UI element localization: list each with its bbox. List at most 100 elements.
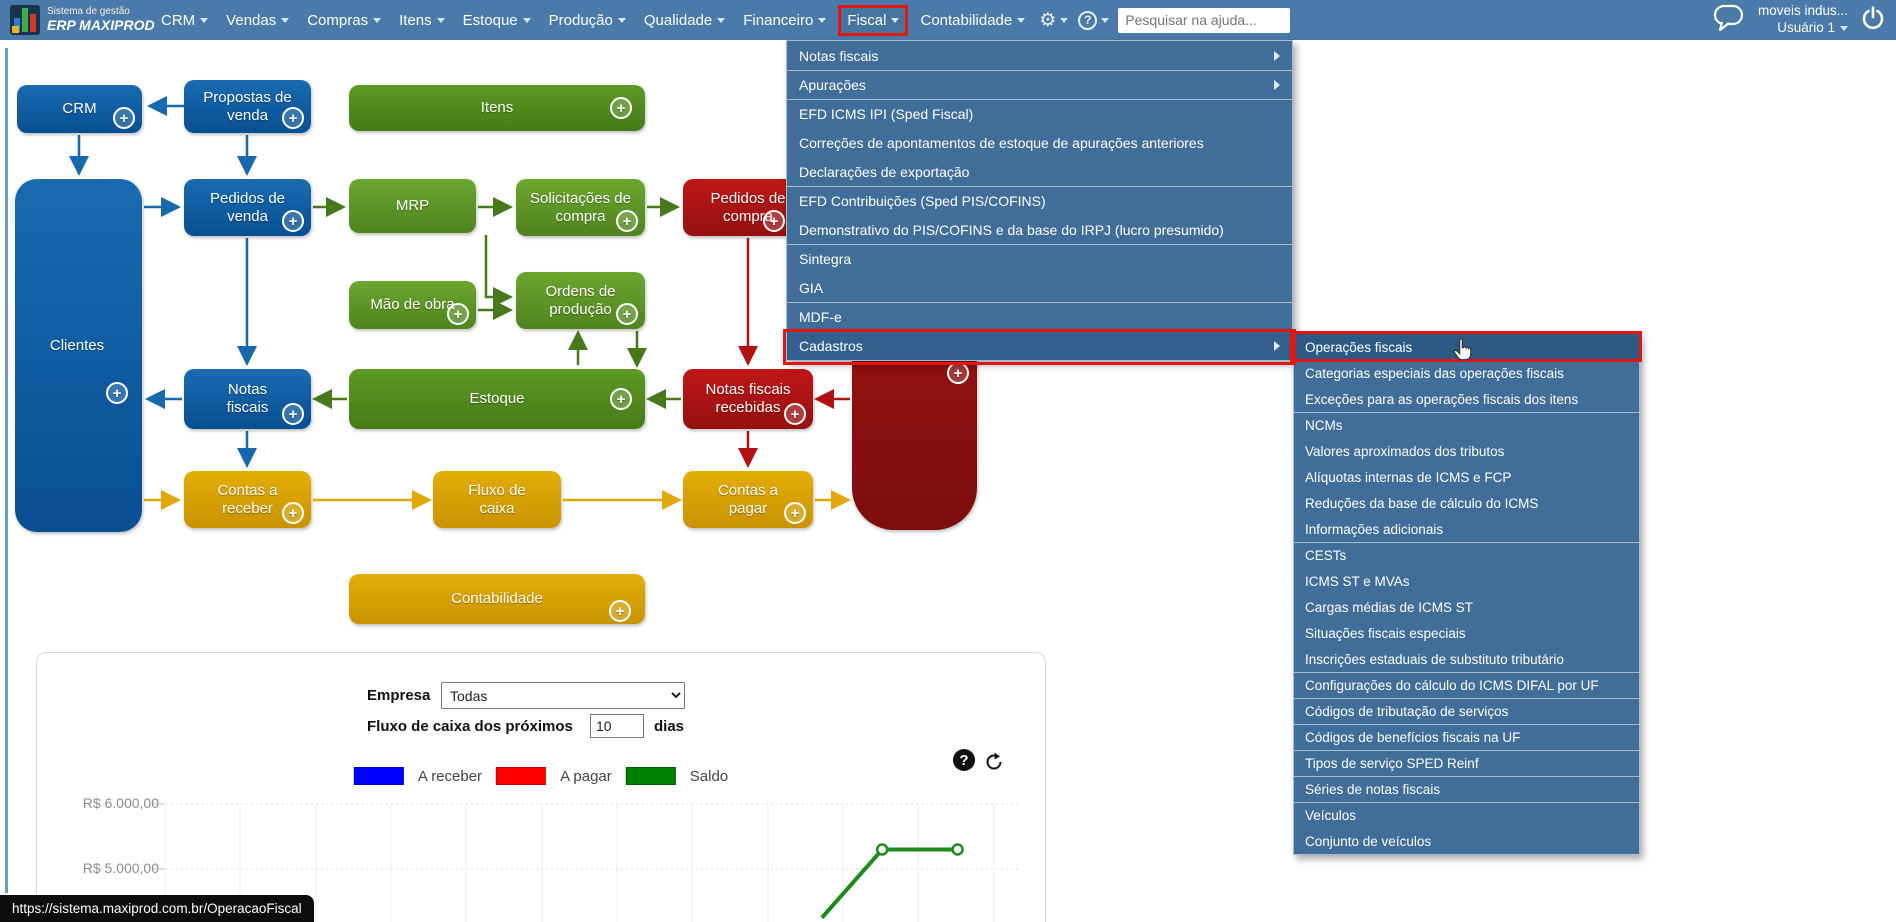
submenu-item-series-notas-fiscais[interactable]: Séries de notas fiscais xyxy=(1294,776,1639,802)
submenu-item-cargas-medias[interactable]: Cargas médias de ICMS ST xyxy=(1294,594,1639,620)
submenu-arrow-icon xyxy=(1274,80,1280,90)
menu-itens[interactable]: Itens xyxy=(399,12,445,29)
plus-icon[interactable]: + xyxy=(282,502,304,524)
menu-item-demonstrativo-pis-cofins[interactable]: Demonstrativo do PIS/COFINS e da base do… xyxy=(787,215,1292,244)
flow-box-solicitacoes-compra[interactable]: Solicitações de compra + xyxy=(516,179,645,236)
flow-box-itens[interactable]: Itens + xyxy=(349,85,645,131)
submenu-item-config-icms-difal[interactable]: Configurações do cálculo do ICMS DIFAL p… xyxy=(1294,672,1639,698)
flow-box-notas-fiscais-recebidas[interactable]: Notas fiscais recebidas + xyxy=(683,369,813,429)
submenu-item-codigos-tributacao[interactable]: Códigos de tributação de serviços xyxy=(1294,698,1639,724)
submenu-item-excecoes-operacoes[interactable]: Exceções para as operações fiscais dos i… xyxy=(1294,386,1639,412)
submenu-item-reducoes-base-calculo[interactable]: Reduções da base de cálculo do ICMS xyxy=(1294,490,1639,516)
submenu-item-codigos-beneficios[interactable]: Códigos de benefícios fiscais na UF xyxy=(1294,724,1639,750)
chevron-down-icon xyxy=(522,17,531,23)
menu-item-sintegra[interactable]: Sintegra xyxy=(787,244,1292,273)
top-navigation-bar: Sistema de gestão ERP MAXIPROD CRM Venda… xyxy=(0,0,1896,40)
chevron-down-icon xyxy=(717,17,726,23)
chevron-down-icon xyxy=(200,17,209,23)
flow-box-ordens-producao[interactable]: Ordens de produção + xyxy=(516,272,645,329)
submenu-item-tipos-servico-sped-reinf[interactable]: Tipos de serviço SPED Reinf xyxy=(1294,750,1639,776)
flow-box-clientes[interactable]: Clientes + xyxy=(15,179,142,532)
menu-item-notas-fiscais[interactable]: Notas fiscais xyxy=(787,41,1292,70)
flow-box-notas-fiscais[interactable]: Notas fiscais + xyxy=(184,369,311,429)
gear-icon[interactable]: ⚙ xyxy=(1039,11,1056,30)
plus-icon[interactable]: + xyxy=(784,502,806,524)
menu-item-cadastros[interactable]: Cadastros xyxy=(787,331,1292,360)
power-icon[interactable] xyxy=(1860,5,1886,36)
flow-box-contabilidade[interactable]: Contabilidade + xyxy=(349,574,645,624)
help-search-input[interactable] xyxy=(1118,7,1291,33)
help-icon[interactable]: ? xyxy=(1078,10,1098,30)
menu-item-correcoes-apontamentos[interactable]: Correções de apontamentos de estoque de … xyxy=(787,128,1292,157)
plus-icon[interactable]: + xyxy=(947,362,969,384)
menu-compras[interactable]: Compras xyxy=(307,12,382,29)
cashflow-panel: Empresa Todas Fluxo de caixa dos próximo… xyxy=(36,652,1046,922)
plus-icon[interactable]: + xyxy=(447,303,469,325)
menu-contabilidade[interactable]: Contabilidade xyxy=(920,12,1026,29)
flow-box-fluxo-caixa[interactable]: Fluxo de caixa xyxy=(433,471,561,528)
menu-fiscal-highlighted[interactable]: Fiscal xyxy=(838,4,909,36)
chevron-down-icon xyxy=(1840,25,1848,31)
plus-icon[interactable]: + xyxy=(610,97,632,119)
menu-vendas[interactable]: Vendas xyxy=(226,12,290,29)
cadastros-submenu: Operações fiscais Categorias especiais d… xyxy=(1293,333,1640,855)
menu-item-efd-contribuicoes[interactable]: EFD Contribuições (Sped PIS/COFINS) xyxy=(787,186,1292,215)
submenu-item-informacoes-adicionais[interactable]: Informações adicionais xyxy=(1294,516,1639,542)
plus-icon[interactable]: + xyxy=(763,210,785,232)
chevron-down-icon xyxy=(818,17,827,23)
plus-icon[interactable]: + xyxy=(282,107,304,129)
menu-item-mdf-e[interactable]: MDF-e xyxy=(787,302,1292,331)
submenu-item-ncms[interactable]: NCMs xyxy=(1294,412,1639,438)
plus-icon[interactable]: + xyxy=(282,210,304,232)
plus-icon[interactable]: + xyxy=(609,600,631,622)
menu-financeiro[interactable]: Financeiro xyxy=(743,12,827,29)
menu-item-gia[interactable]: GIA xyxy=(787,273,1292,302)
chevron-down-icon xyxy=(1060,17,1069,23)
flow-box-crm[interactable]: CRM + xyxy=(17,85,142,133)
plus-icon[interactable]: + xyxy=(610,388,632,410)
flow-box-contas-pagar[interactable]: Contas a pagar + xyxy=(683,471,813,528)
plus-icon[interactable]: + xyxy=(282,403,304,425)
flow-box-mao-de-obra[interactable]: Mão de obra + xyxy=(349,281,476,329)
submenu-arrow-icon xyxy=(1274,50,1280,61)
plus-icon[interactable]: + xyxy=(784,403,806,425)
app-logo[interactable]: Sistema de gestão ERP MAXIPROD xyxy=(0,5,155,35)
flow-box-propostas-venda[interactable]: Propostas de venda + xyxy=(184,80,311,133)
settings-menu[interactable]: ⚙ xyxy=(1039,11,1069,30)
chevron-down-icon xyxy=(373,17,382,23)
menu-item-efd-icms-ipi[interactable]: EFD ICMS IPI (Sped Fiscal) xyxy=(787,99,1292,128)
submenu-item-valores-aproximados[interactable]: Valores aproximados dos tributos xyxy=(1294,438,1639,464)
fiscal-dropdown-menu: Notas fiscais Apurações EFD ICMS IPI (Sp… xyxy=(786,40,1293,361)
plus-icon[interactable]: + xyxy=(113,107,135,129)
menu-crm[interactable]: CRM xyxy=(161,12,209,29)
chat-bubble-icon[interactable] xyxy=(1712,3,1746,38)
help-menu[interactable]: ? xyxy=(1078,10,1110,30)
chevron-down-icon xyxy=(436,17,445,23)
submenu-item-aliquotas-internas[interactable]: Alíquotas internas de ICMS e FCP xyxy=(1294,464,1639,490)
flow-box-estoque[interactable]: Estoque + xyxy=(349,369,645,429)
maxiprod-logo-icon xyxy=(10,5,40,35)
submenu-arrow-icon xyxy=(1274,341,1280,351)
submenu-item-cests[interactable]: CESTs xyxy=(1294,542,1639,568)
menu-item-apuracoes[interactable]: Apurações xyxy=(787,70,1292,99)
plus-icon[interactable]: + xyxy=(106,382,128,404)
submenu-item-conjunto-veiculos[interactable]: Conjunto de veículos xyxy=(1294,828,1639,854)
org-name: moveis indus... xyxy=(1757,3,1848,19)
plus-icon[interactable]: + xyxy=(616,210,638,232)
flow-box-mrp[interactable]: MRP xyxy=(349,179,476,233)
menu-estoque[interactable]: Estoque xyxy=(463,12,531,29)
chevron-down-icon xyxy=(891,17,900,23)
menu-qualidade[interactable]: Qualidade xyxy=(644,12,726,29)
submenu-item-icms-st-mvas[interactable]: ICMS ST e MVAs xyxy=(1294,568,1639,594)
user-menu[interactable]: Usuário 1 xyxy=(1758,20,1848,37)
menu-producao[interactable]: Produção xyxy=(549,12,626,29)
chevron-down-icon xyxy=(281,17,290,23)
flow-box-contas-receber[interactable]: Contas a receber + xyxy=(184,471,311,528)
plus-icon[interactable]: + xyxy=(616,303,638,325)
submenu-item-situacoes-fiscais[interactable]: Situações fiscais especiais xyxy=(1294,620,1639,646)
menu-item-declaracoes-exportacao[interactable]: Declarações de exportação xyxy=(787,157,1292,186)
user-name: Usuário 1 xyxy=(1777,20,1835,35)
submenu-item-veiculos[interactable]: Veículos xyxy=(1294,802,1639,828)
submenu-item-inscricoes-estaduais[interactable]: Inscrições estaduais de substituto tribu… xyxy=(1294,646,1639,672)
flow-box-pedidos-venda[interactable]: Pedidos de venda + xyxy=(184,179,311,236)
